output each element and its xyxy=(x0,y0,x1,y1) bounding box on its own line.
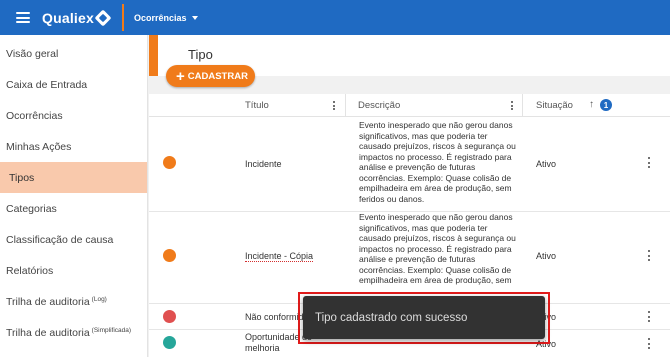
sidebar-item-categorias[interactable]: Categorias xyxy=(0,193,147,224)
sidebar-item-suffix: (Simplificada) xyxy=(91,327,132,334)
type-status: Ativo xyxy=(536,159,557,169)
type-status: Ativo xyxy=(536,251,557,261)
table-row[interactable]: Incidente Evento inesperado que não gero… xyxy=(149,118,670,212)
success-toast: Tipo cadastrado com sucesso xyxy=(303,296,545,339)
sidebar-item-caixa-de-entrada[interactable]: Caixa de Entrada xyxy=(0,69,147,100)
page-title: Tipo xyxy=(188,47,213,62)
type-title: Incidente xyxy=(245,159,282,169)
sidebar-item-trilha-simplificada[interactable]: Trilha de auditoria (Simplificada) xyxy=(0,317,147,348)
row-actions-icon[interactable] xyxy=(648,250,650,261)
header-accent-bar xyxy=(149,35,158,76)
type-description: Evento inesperado que não gerou danos si… xyxy=(359,120,516,204)
row-actions-icon[interactable] xyxy=(648,157,650,168)
sidebar-item-ocorrencias[interactable]: Ocorrências xyxy=(0,100,147,131)
type-title: Não conformid xyxy=(245,312,304,322)
caret-down-icon xyxy=(191,15,198,20)
table-header: Título Descrição Situação ↑ 1 xyxy=(149,94,670,117)
module-label: Ocorrências xyxy=(133,12,187,23)
brand-mark-icon xyxy=(94,9,112,26)
row-actions-icon[interactable] xyxy=(648,311,650,322)
type-color-dot xyxy=(163,156,176,169)
sidebar-item-tipos[interactable]: Tipos xyxy=(0,162,147,193)
sidebar-item-label: Visão geral xyxy=(6,47,59,60)
column-header-titulo[interactable]: Título xyxy=(245,94,269,117)
column-menu-descricao-icon[interactable] xyxy=(511,101,513,110)
toast-message: Tipo cadastrado com sucesso xyxy=(315,311,468,324)
column-separator xyxy=(522,94,523,117)
type-title: Incidente - Cópia xyxy=(245,251,314,262)
sidebar-item-trilha-log[interactable]: Trilha de auditoria (Log) xyxy=(0,286,147,317)
sidebar-item-label: Minhas Ações xyxy=(6,140,72,153)
sidebar: Visão geral Caixa de Entrada Ocorrências… xyxy=(0,35,148,357)
column-menu-titulo-icon[interactable] xyxy=(333,101,335,110)
type-color-dot xyxy=(163,336,176,349)
sidebar-item-classificacao-de-causa[interactable]: Classificação de causa xyxy=(0,224,147,255)
menu-icon[interactable] xyxy=(16,12,30,23)
header-divider xyxy=(121,4,124,31)
module-selector[interactable]: Ocorrências xyxy=(134,13,198,23)
sidebar-item-label: Categorias xyxy=(6,202,57,215)
plus-icon: + xyxy=(176,67,185,85)
sidebar-item-label: Tipos xyxy=(9,171,35,184)
brand-logo[interactable]: Qualiex xyxy=(42,9,112,26)
top-bar: Qualiex Ocorrências xyxy=(0,0,670,35)
sidebar-item-label: Trilha de auditoria xyxy=(6,326,90,339)
brand-name: Qualiex xyxy=(42,9,94,26)
add-button-label: CADASTRAR xyxy=(187,70,248,82)
column-header-situacao[interactable]: Situação xyxy=(536,94,573,117)
column-header-descricao[interactable]: Descrição xyxy=(358,94,400,117)
sort-order-badge: 1 xyxy=(600,99,612,111)
add-type-button[interactable]: + CADASTRAR xyxy=(166,65,255,87)
sidebar-item-label: Ocorrências xyxy=(6,109,63,122)
table-row[interactable]: Incidente - Cópia Evento inesperado que … xyxy=(149,212,670,304)
type-color-dot xyxy=(163,249,176,262)
sidebar-item-label: Relatórios xyxy=(6,264,54,277)
sidebar-item-label: Trilha de auditoria xyxy=(6,295,90,308)
type-color-dot xyxy=(163,310,176,323)
column-separator xyxy=(345,94,346,117)
sidebar-item-visao-geral[interactable]: Visão geral xyxy=(0,38,147,69)
type-description: Evento inesperado que não gerou danos si… xyxy=(359,212,516,286)
type-title-text: Incidente - Cópia xyxy=(245,251,314,262)
sidebar-item-minhas-acoes[interactable]: Minhas Ações xyxy=(0,131,147,162)
sidebar-item-label: Classificação de causa xyxy=(6,233,114,246)
row-actions-icon[interactable] xyxy=(648,338,650,349)
sidebar-item-relatorios[interactable]: Relatórios xyxy=(0,255,147,286)
sort-ascending-icon[interactable]: ↑ xyxy=(589,99,594,110)
sidebar-item-label: Caixa de Entrada xyxy=(6,78,88,91)
sidebar-item-suffix: (Log) xyxy=(91,296,107,303)
